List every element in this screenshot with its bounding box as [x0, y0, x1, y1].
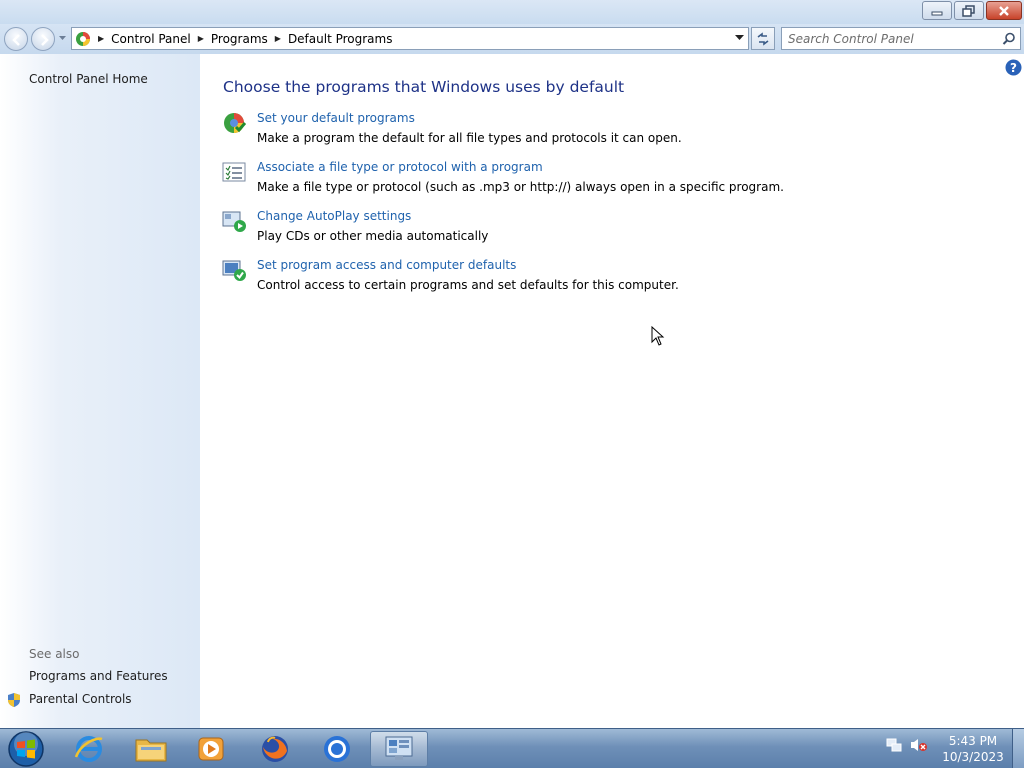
address-dropdown-icon[interactable] [735, 35, 744, 41]
taskbar-file-explorer[interactable] [122, 731, 180, 767]
task-link-change-autoplay[interactable]: Change AutoPlay settings [257, 209, 411, 223]
clock-date: 10/3/2023 [942, 750, 1004, 764]
sidebar-control-panel-home[interactable]: Control Panel Home [29, 72, 148, 86]
taskbar-firefox[interactable] [246, 731, 304, 767]
sidebar: Control Panel Home See also Programs and… [0, 54, 200, 728]
taskbar-control-panel[interactable] [370, 731, 428, 767]
breadcrumb-separator-icon[interactable]: ▶ [275, 34, 281, 43]
recent-pages-chevron-icon[interactable] [58, 35, 67, 41]
task-description: Make a program the default for all file … [257, 131, 682, 145]
sidebar-programs-and-features[interactable]: Programs and Features [29, 669, 168, 683]
shield-icon [8, 693, 20, 707]
forward-arrow-icon [41, 34, 49, 46]
taskbar: 5:43 PM 10/3/2023 [0, 728, 1024, 768]
restore-icon [962, 4, 975, 17]
close-button[interactable] [986, 1, 1022, 20]
task-description: Make a file type or protocol (such as .m… [257, 180, 784, 194]
back-arrow-icon [12, 34, 20, 46]
control-panel-icon [76, 31, 90, 46]
media-player-icon [198, 737, 224, 761]
taskbar-chrome[interactable] [308, 731, 366, 767]
restore-button[interactable] [954, 1, 984, 20]
see-also-label: See also [29, 647, 80, 661]
default-programs-icon [224, 113, 246, 133]
task-link-associate-file-type[interactable]: Associate a file type or protocol with a… [257, 160, 543, 174]
close-icon [999, 5, 1009, 16]
window-controls [922, 1, 1022, 20]
taskbar-internet-explorer[interactable] [60, 731, 118, 767]
firefox-icon [262, 736, 288, 762]
clock-time: 5:43 PM [948, 734, 998, 748]
task-link-set-default-programs[interactable]: Set your default programs [257, 111, 415, 125]
forward-button[interactable] [31, 27, 55, 51]
chrome-icon [324, 736, 350, 762]
internet-explorer-icon [74, 736, 103, 762]
refresh-icon [757, 31, 769, 46]
help-icon[interactable]: ? [1005, 59, 1022, 76]
task-link-program-access[interactable]: Set program access and computer defaults [257, 258, 516, 272]
control-panel-icon [385, 736, 413, 760]
sidebar-parental-controls[interactable]: Parental Controls [29, 692, 132, 706]
back-button[interactable] [4, 27, 28, 51]
autoplay-icon [222, 211, 246, 232]
address-bar-row: ▶ Control Panel ▶ Programs ▶ Default Pro… [0, 24, 1024, 54]
svg-text:?: ? [1010, 61, 1017, 75]
volume-muted-icon[interactable] [910, 737, 928, 753]
refresh-button[interactable] [751, 27, 775, 50]
breadcrumb-programs[interactable]: Programs [211, 32, 268, 46]
page-title: Choose the programs that Windows uses by… [223, 78, 625, 96]
main-content: ? Choose the programs that Windows uses … [200, 54, 1024, 728]
start-orb[interactable] [6, 730, 46, 768]
system-tray [886, 737, 928, 753]
file-association-icon [222, 162, 246, 182]
task-description: Play CDs or other media automatically [257, 229, 489, 243]
breadcrumb-control-panel[interactable]: Control Panel [111, 32, 191, 46]
mouse-cursor-icon [651, 326, 665, 346]
minimize-icon [931, 11, 943, 15]
task-description: Control access to certain programs and s… [257, 278, 679, 292]
search-icon[interactable] [1002, 32, 1016, 46]
window-title-bar [0, 0, 1024, 24]
breadcrumb-separator-icon[interactable]: ▶ [198, 34, 204, 43]
show-desktop-button[interactable] [1012, 729, 1024, 768]
address-bar[interactable]: ▶ Control Panel ▶ Programs ▶ Default Pro… [71, 27, 749, 50]
taskbar-media-player[interactable] [182, 731, 240, 767]
file-explorer-icon [135, 739, 167, 762]
network-icon[interactable] [886, 737, 902, 753]
minimize-button[interactable] [922, 1, 952, 20]
breadcrumb-separator-icon[interactable]: ▶ [98, 34, 104, 43]
taskbar-clock[interactable]: 5:43 PM 10/3/2023 [940, 733, 1006, 765]
search-box[interactable] [781, 27, 1021, 50]
program-access-icon [222, 260, 246, 281]
breadcrumb-default-programs[interactable]: Default Programs [288, 32, 393, 46]
search-input[interactable] [788, 29, 1000, 48]
